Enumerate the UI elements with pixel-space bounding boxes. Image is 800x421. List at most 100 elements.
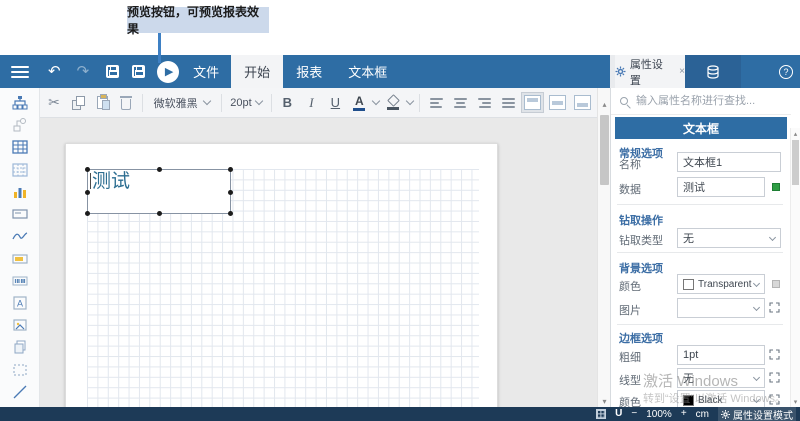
unit-label: cm [696,409,709,420]
scroll-up-icon[interactable]: ▴ [791,130,800,138]
panel-scrollbar[interactable]: ▴ ▾ [790,128,800,407]
tab-textbox[interactable]: 文本框 [335,55,400,88]
expand-icon [769,302,780,313]
resize-handle-ne[interactable] [228,167,233,172]
tab-home[interactable]: 开始 [231,55,283,88]
save-all-button[interactable] [132,55,145,88]
data-binding-button[interactable] [772,183,780,191]
resize-handle-nw[interactable] [85,167,90,172]
cut-button[interactable]: ✂ [44,91,64,115]
bg-image-expand-button[interactable] [769,300,780,318]
widget-tree-icon[interactable] [11,94,29,112]
picture-icon[interactable] [11,316,29,334]
trash-icon [121,99,131,110]
chevron-down-icon [753,396,760,403]
resize-handle-w[interactable] [85,190,90,195]
bg-color-more-button[interactable] [772,280,780,288]
file-menu[interactable]: 文件 [193,62,219,81]
drill-type-select[interactable]: 无 [677,228,781,248]
valign-bottom-button[interactable] [572,93,593,112]
undo-button[interactable]: ↶ [48,55,61,88]
border-style-select[interactable]: 无 [677,368,765,388]
line-icon[interactable] [11,383,29,401]
search-icon [620,97,628,105]
zoom-out-button[interactable]: − [631,409,637,419]
tab-property-settings[interactable]: 属性设置 × [615,55,685,88]
selected-textbox[interactable]: 测试 [87,169,231,214]
grid-toggle-icon[interactable] [596,409,606,419]
align-left-button[interactable] [426,91,446,115]
format-toolbar: ✂ 微软雅黑 20pt B I U A [40,88,597,118]
redo-button[interactable]: ↷ [77,55,90,88]
bold-button[interactable]: B [277,91,297,115]
zoom-in-button[interactable]: + [681,409,687,419]
fill-color-dropdown-icon[interactable] [406,97,414,105]
border-width-expand-button[interactable] [769,347,780,365]
bg-color-select[interactable]: Transparent [677,274,765,294]
section-drill: 钻取操作 [619,212,663,228]
marquee-select-icon[interactable] [11,361,29,379]
data-label: 数据 [619,181,641,197]
panel-scrollbar-thumb[interactable] [792,140,799,185]
table-icon[interactable] [11,138,29,156]
data-input[interactable] [677,177,765,197]
help-icon: ? [783,67,788,77]
expand-icon [769,394,780,405]
border-style-expand-button[interactable] [769,370,780,388]
align-right-button[interactable] [474,91,494,115]
design-canvas[interactable]: 测试 [40,118,597,407]
gear-icon [721,410,730,419]
bg-image-select[interactable] [677,298,765,318]
barcode-icon[interactable] [11,272,29,290]
sparkline-icon[interactable] [11,227,29,245]
fill-color-button[interactable] [383,91,403,115]
font-color-button[interactable]: A [349,91,369,115]
chevron-down-icon [753,374,760,381]
chart-icon[interactable] [11,183,29,201]
unit-toggle-button[interactable]: U [615,409,622,419]
align-justify-button[interactable] [498,91,518,115]
font-size-select[interactable]: 20pt [227,92,264,114]
border-width-input[interactable] [677,345,765,365]
pivot-grid-icon[interactable] [11,161,29,179]
align-right-icon [478,98,491,108]
copy-icon [72,96,85,110]
bg-image-label: 图片 [619,302,641,318]
save-button[interactable] [106,55,119,88]
tab-report[interactable]: 报表 [283,55,335,88]
resize-handle-se[interactable] [228,211,233,216]
hamburger-menu-icon[interactable] [11,66,29,78]
text-label-icon[interactable]: A [11,294,29,312]
paint-bucket-icon [387,94,400,107]
preview-play-button[interactable]: ▶ [157,61,179,83]
property-mode-button[interactable]: 属性设置模式 [718,406,796,421]
underline-button[interactable]: U [325,91,345,115]
valign-middle-button[interactable] [547,93,568,112]
name-input[interactable] [677,152,781,172]
resize-handle-e[interactable] [228,190,233,195]
italic-button[interactable]: I [301,91,321,115]
resize-handle-s[interactable] [157,211,162,216]
duplicate-icon[interactable] [11,338,29,356]
align-center-button[interactable] [450,91,470,115]
database-icon [706,65,720,79]
canvas-scrollbar-thumb[interactable] [600,115,609,185]
divider [617,252,783,253]
paste-button[interactable] [92,91,112,115]
flow-link-icon[interactable] [11,116,29,134]
delete-button[interactable] [116,91,136,115]
help-button[interactable]: ? [779,65,793,79]
search-input[interactable] [634,94,774,108]
resize-handle-sw[interactable] [85,211,90,216]
color-swatch-transparent [683,279,694,290]
font-color-dropdown-icon[interactable] [372,97,380,105]
copy-button[interactable] [68,91,88,115]
banner-image-icon[interactable] [11,250,29,268]
valign-top-button[interactable] [522,93,543,112]
expand-icon [769,349,780,360]
resize-handle-n[interactable] [157,167,162,172]
font-family-select[interactable]: 微软雅黑 [149,92,215,114]
tab-data[interactable] [685,55,741,88]
chevron-down-icon [753,280,760,287]
textbox-icon[interactable] [11,205,29,223]
